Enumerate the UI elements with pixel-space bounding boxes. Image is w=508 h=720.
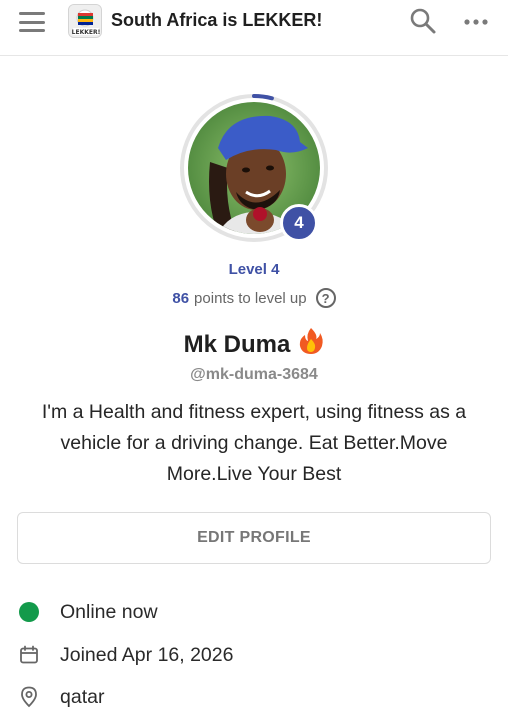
points-value: 86: [172, 289, 190, 307]
more-icon[interactable]: [462, 12, 490, 32]
calendar-icon: [18, 644, 40, 666]
username-handle: @mk-duma-3684: [190, 366, 318, 383]
online-status-text: Online now: [60, 600, 158, 623]
joined-row: Joined Apr 16, 2026: [18, 640, 233, 670]
points-suffix: points to level up: [194, 289, 307, 307]
joined-date-text: Joined Apr 16, 2026: [60, 643, 234, 666]
app-header: LEKKER! South Africa is LEKKER!: [0, 0, 508, 56]
avatar-container[interactable]: 4: [178, 92, 330, 244]
edit-profile-button[interactable]: EDIT PROFILE: [17, 512, 491, 564]
logo-text: LEKKER!: [72, 29, 101, 36]
profile-bio: I'm a Health and fitness expert, using f…: [41, 401, 467, 485]
display-name: Mk Duma: [183, 330, 291, 358]
menu-icon[interactable]: [18, 10, 46, 34]
location-pin-icon: [18, 686, 40, 708]
location-row: qatar: [18, 682, 104, 712]
app-title: South Africa is LEKKER!: [111, 10, 323, 30]
level-badge: 4: [280, 204, 318, 242]
site-logo[interactable]: LEKKER!: [68, 4, 102, 38]
profile-name: Mk Duma: [0, 327, 508, 362]
points-to-level-up: 86 points to level up ?: [0, 288, 508, 308]
location-text: qatar: [60, 685, 105, 708]
menu-line: [19, 29, 45, 32]
fire-emoji-icon: [298, 327, 324, 362]
help-icon[interactable]: ?: [315, 288, 336, 308]
menu-line: [19, 12, 45, 15]
menu-line: [19, 20, 45, 24]
online-status-icon: [18, 601, 40, 623]
level-label: Level 4: [228, 261, 280, 278]
search-icon[interactable]: [408, 6, 438, 36]
online-status-row: Online now: [18, 597, 158, 627]
